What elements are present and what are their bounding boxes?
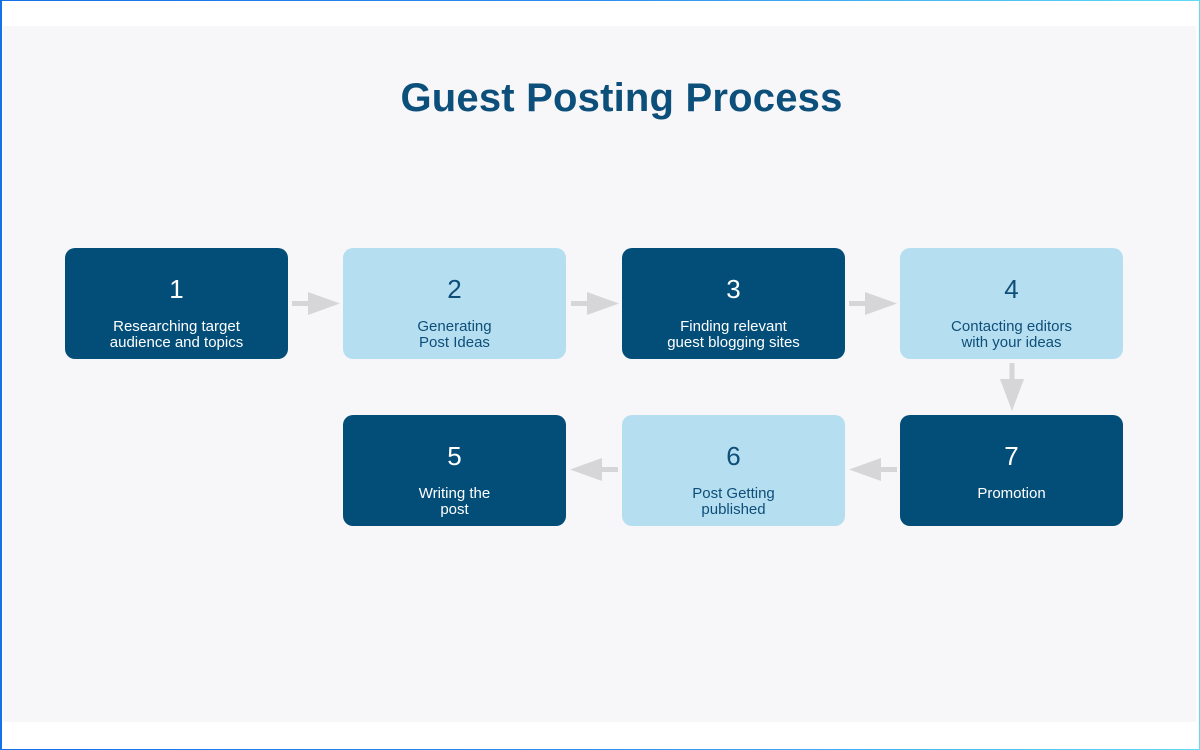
- step-label: Researching target audience and topics: [109, 318, 244, 351]
- step-6-box: 6 Post Getting published: [622, 415, 845, 526]
- arrow-down-icon: [999, 363, 1025, 413]
- step-label: Finding relevant guest blogging sites: [667, 318, 800, 351]
- step-2-box: 2 Generating Post Ideas: [343, 248, 566, 359]
- arrow-left-icon: [847, 457, 897, 483]
- step-3-box: 3 Finding relevant guest blogging sites: [622, 248, 845, 359]
- arrow-right-icon: [849, 291, 899, 317]
- step-label: Post Getting published: [692, 485, 775, 518]
- step-label: Contacting editors with your ideas: [951, 318, 1072, 351]
- step-5-box: 5 Writing the post: [343, 415, 566, 526]
- step-number: 2: [447, 274, 462, 304]
- step-number: 5: [447, 441, 462, 471]
- diagram-title: Guest Posting Process: [400, 76, 843, 120]
- step-label: Promotion: [977, 485, 1046, 502]
- step-label: Writing the post: [418, 485, 491, 518]
- arrow-right-icon: [292, 291, 342, 317]
- step-label: Generating Post Ideas: [417, 318, 492, 351]
- step-number: 7: [1004, 441, 1019, 471]
- step-number: 6: [726, 441, 741, 471]
- arrow-left-icon: [568, 457, 618, 483]
- step-1-box: 1 Researching target audience and topics: [65, 248, 288, 359]
- step-number: 4: [1004, 274, 1019, 304]
- step-number: 1: [169, 274, 184, 304]
- arrow-right-icon: [571, 291, 621, 317]
- step-4-box: 4 Contacting editors with your ideas: [900, 248, 1123, 359]
- step-7-box: 7 Promotion: [900, 415, 1123, 526]
- step-number: 3: [726, 274, 741, 304]
